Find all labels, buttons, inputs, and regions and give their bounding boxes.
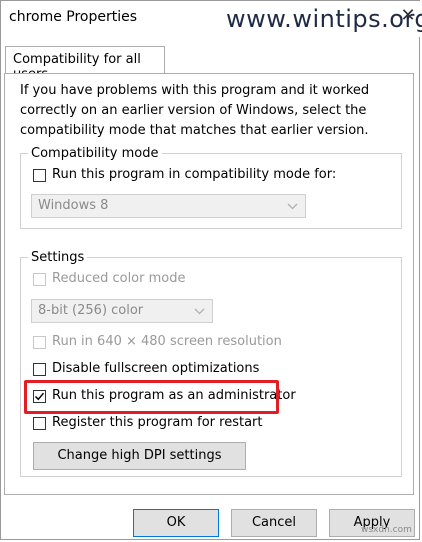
os-version-value: Windows 8 <box>38 198 109 213</box>
watermark-text: www.wintips.org <box>226 5 422 33</box>
change-dpi-button[interactable]: Change high DPI settings <box>33 442 246 470</box>
properties-dialog: chrome Properties www.wintips.org ✕ Comp… <box>0 0 422 540</box>
close-icon[interactable]: ✕ <box>397 5 419 27</box>
ok-button[interactable]: OK <box>133 509 219 537</box>
compatibility-mode-label[interactable]: Run this program in compatibility mode f… <box>52 167 336 182</box>
compatibility-mode-legend: Compatibility mode <box>28 146 162 161</box>
color-depth-select[interactable]: 8-bit (256) color <box>31 299 213 323</box>
register-restart-checkbox[interactable] <box>33 417 46 430</box>
reduced-color-label[interactable]: Reduced color mode <box>52 271 185 286</box>
admin-highlight-box <box>24 380 279 414</box>
title-bar[interactable]: chrome Properties www.wintips.org ✕ <box>1 1 422 37</box>
run-640-label[interactable]: Run in 640 × 480 screen resolution <box>52 334 282 349</box>
chevron-down-icon <box>287 203 298 210</box>
disable-fullscreen-label[interactable]: Disable fullscreen optimizations <box>52 361 259 376</box>
chevron-down-icon <box>194 308 205 315</box>
settings-legend: Settings <box>28 250 88 265</box>
intro-text: If you have problems with this program a… <box>20 83 370 138</box>
reduced-color-checkbox[interactable] <box>33 273 46 286</box>
footer-watermark: wsxdn.com <box>361 525 412 535</box>
os-version-select[interactable]: Windows 8 <box>31 194 306 218</box>
run-640-checkbox[interactable] <box>33 336 46 349</box>
compatibility-mode-checkbox[interactable] <box>33 169 46 182</box>
tab-compatibility-all-users[interactable]: Compatibility for all users <box>5 46 165 82</box>
cancel-button[interactable]: Cancel <box>231 509 317 537</box>
register-restart-label[interactable]: Register this program for restart <box>52 415 262 430</box>
disable-fullscreen-checkbox[interactable] <box>33 363 46 376</box>
color-depth-value: 8-bit (256) color <box>38 303 144 318</box>
window-title: chrome Properties <box>9 9 138 25</box>
